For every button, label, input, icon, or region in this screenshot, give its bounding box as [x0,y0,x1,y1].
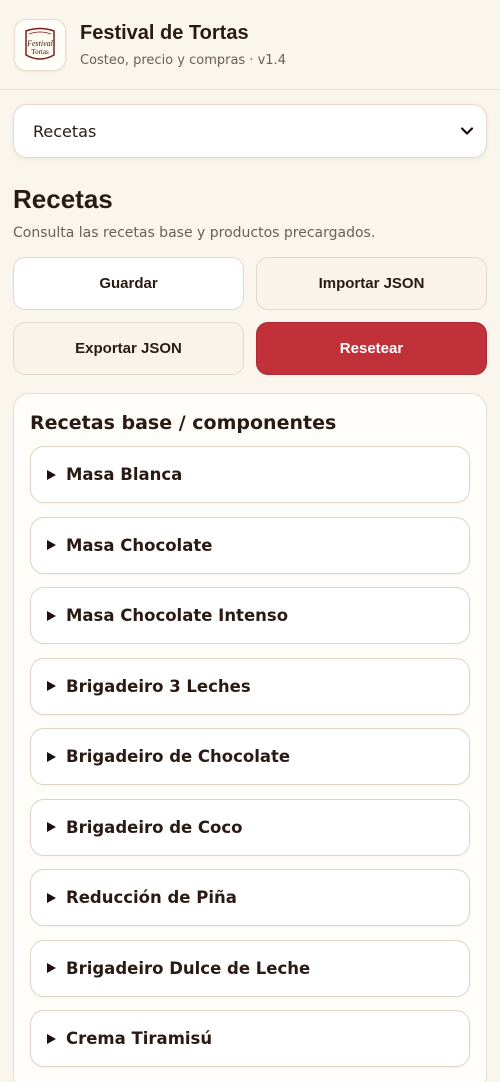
recipe-item[interactable]: Reducción de Piña [30,869,470,926]
expand-triangle-icon [47,681,56,691]
recipe-label: Reducción de Piña [66,888,237,907]
recipe-item[interactable]: Brigadeiro de Chocolate [30,728,470,785]
recipe-label: Masa Chocolate Intenso [66,606,289,625]
recipes-list: Masa Blanca Masa Chocolate Masa Chocolat… [30,446,470,1067]
recipe-label: Brigadeiro Dulce de Leche [66,958,311,978]
recipe-label: Brigadeiro de Chocolate [66,747,291,766]
recipe-item[interactable]: Brigadeiro de Coco [30,798,470,856]
expand-triangle-icon [47,751,56,762]
expand-triangle-icon [47,469,56,480]
svg-text:Tortas: Tortas [31,48,49,56]
app-subtitle: Costeo, precio y compras · v1.4 [80,52,286,68]
page-subtitle: Consulta las recetas base y productos pr… [13,225,376,241]
recipe-item[interactable]: Brigadeiro Dulce de Leche [30,939,470,997]
recipe-item[interactable]: Brigadeiro 3 Leches [30,657,470,715]
recipe-item[interactable]: Masa Chocolate Intenso [30,587,470,644]
view-select[interactable]: Recetas [13,104,487,158]
expand-triangle-icon [47,963,56,973]
export-json-button[interactable]: Exportar JSON [13,322,244,375]
expand-triangle-icon [47,822,56,832]
expand-triangle-icon [47,540,56,550]
page-title: Recetas [13,184,113,214]
recipe-label: Masa Chocolate [66,535,213,555]
recipe-item[interactable]: Masa Chocolate [30,516,470,574]
app-title: Festival de Tortas [80,21,249,44]
save-button[interactable]: Guardar [13,257,244,310]
action-buttons: Guardar Importar JSON Exportar JSON Rese… [13,257,487,375]
recipe-label: Masa Blanca [66,465,183,484]
svg-text:Festival: Festival [26,39,54,48]
expand-triangle-icon [47,610,56,621]
recipe-label: Crema Tiramisú [66,1029,213,1048]
recipes-card-title: Recetas base / componentes [30,412,337,434]
expand-triangle-icon [47,892,56,903]
recipe-label: Brigadeiro de Coco [66,817,243,837]
recipe-item[interactable]: Masa Blanca [30,446,470,503]
import-json-button[interactable]: Importar JSON [256,257,487,310]
view-select-value: Recetas [33,121,97,141]
reset-button[interactable]: Resetear [256,322,487,375]
recipes-card: Recetas base / componentes Masa Blanca M… [13,393,487,1082]
app-logo: Festival Tortas [14,18,66,71]
recipe-label: Brigadeiro 3 Leches [66,676,251,696]
chevron-down-icon [460,127,474,135]
expand-triangle-icon [47,1033,56,1044]
app-header: Festival Tortas Festival de Tortas Coste… [0,0,500,90]
recipe-item[interactable]: Crema Tiramisú [30,1010,470,1067]
